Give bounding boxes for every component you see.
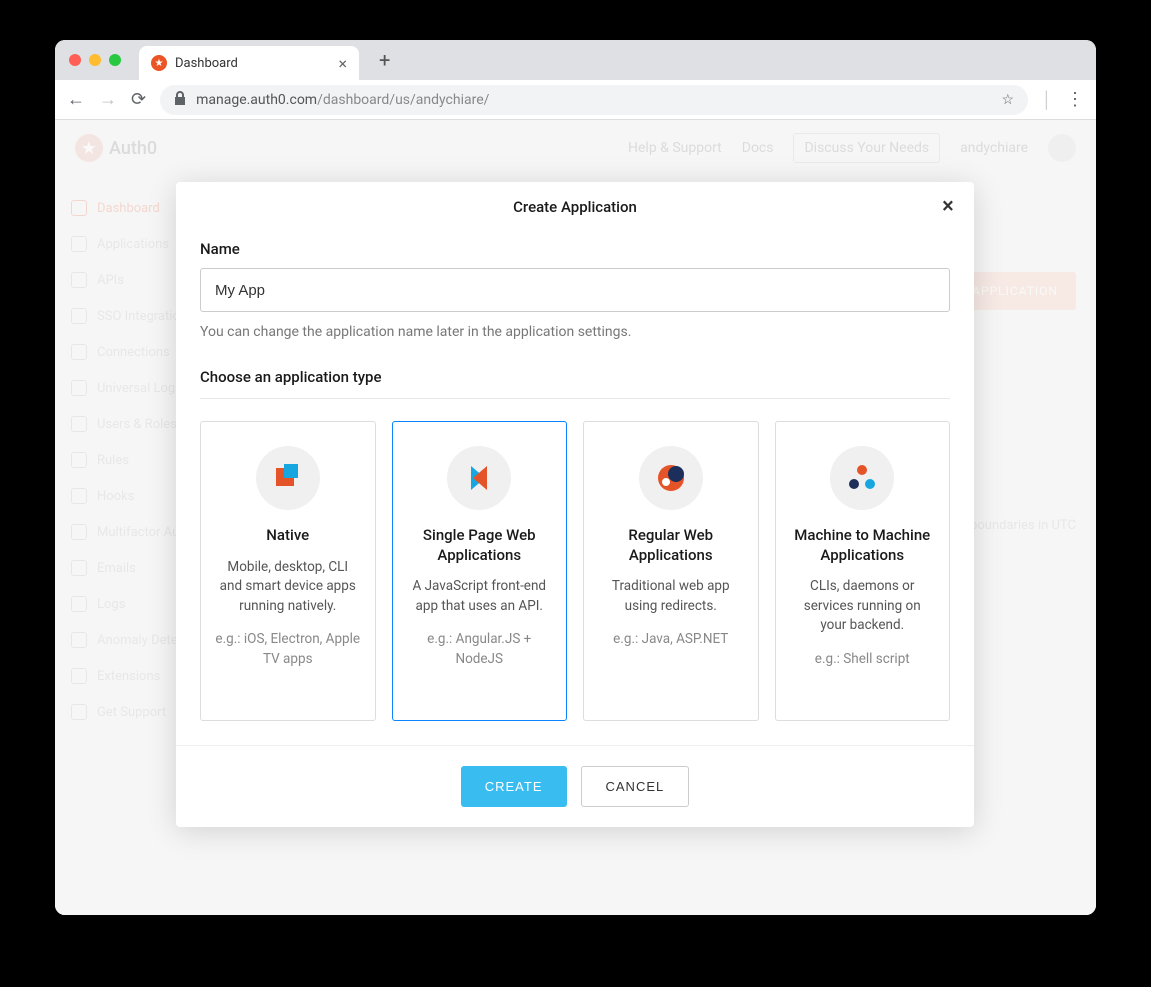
reload-icon[interactable]: ⟳ xyxy=(131,89,146,110)
lock-icon xyxy=(174,91,186,109)
browser-window: ★ Dashboard × + ← → ⟳ manage.auth0.com/d… xyxy=(55,40,1096,915)
close-icon[interactable]: × xyxy=(936,194,960,218)
card-example: e.g.: iOS, Electron, Apple TV apps xyxy=(215,630,361,669)
name-input[interactable] xyxy=(200,268,950,312)
card-title: Regular Web Applications xyxy=(598,526,744,565)
forward-icon[interactable]: → xyxy=(99,89,117,110)
create-application-modal: Create Application × Name You can change… xyxy=(176,182,974,827)
card-desc: Traditional web app using redirects. xyxy=(598,577,744,616)
new-tab-button[interactable]: + xyxy=(379,48,390,72)
menu-icon[interactable]: ⋮ xyxy=(1066,89,1084,110)
card-desc: A JavaScript front-end app that uses an … xyxy=(407,577,553,616)
app-type-icon xyxy=(830,446,894,510)
address-bar: ← → ⟳ manage.auth0.com/dashboard/us/andy… xyxy=(55,80,1096,120)
title-bar: ★ Dashboard × + xyxy=(55,40,1096,80)
card-title: Native xyxy=(215,526,361,546)
url-field[interactable]: manage.auth0.com/dashboard/us/andychiare… xyxy=(160,85,1028,115)
minimize-window-icon[interactable] xyxy=(89,54,101,66)
window-controls xyxy=(69,54,121,66)
close-window-icon[interactable] xyxy=(69,54,81,66)
page: ★ Auth0 Help & Support Docs Discuss Your… xyxy=(55,120,1096,915)
app-type-card-native[interactable]: Native Mobile, desktop, CLI and smart dev… xyxy=(200,421,376,721)
card-desc: CLIs, daemons or services running on you… xyxy=(790,577,936,636)
name-label: Name xyxy=(200,240,950,258)
app-type-icon xyxy=(447,446,511,510)
url-text: manage.auth0.com/dashboard/us/andychiare… xyxy=(196,92,489,108)
close-tab-icon[interactable]: × xyxy=(338,54,347,73)
app-type-icon xyxy=(639,446,703,510)
card-title: Single Page Web Applications xyxy=(407,526,553,565)
card-example: e.g.: Shell script xyxy=(790,650,936,670)
bookmark-icon[interactable]: ☆ xyxy=(1001,92,1014,108)
card-title: Machine to Machine Applications xyxy=(790,526,936,565)
cancel-button[interactable]: CANCEL xyxy=(581,766,690,807)
app-type-card-machine[interactable]: Machine to Machine Applications CLIs, dae… xyxy=(775,421,951,721)
create-button[interactable]: CREATE xyxy=(461,766,567,807)
card-example: e.g.: Java, ASP.NET xyxy=(598,630,744,650)
browser-tab[interactable]: ★ Dashboard × xyxy=(139,46,359,80)
card-example: e.g.: Angular.JS + NodeJS xyxy=(407,630,553,669)
back-icon[interactable]: ← xyxy=(67,89,85,110)
app-type-card-single[interactable]: Single Page Web Applications A JavaScript… xyxy=(392,421,568,721)
name-hint: You can change the application name late… xyxy=(200,324,950,340)
tab-title: Dashboard xyxy=(175,56,238,71)
type-label: Choose an application type xyxy=(200,368,950,399)
modal-title: Create Application × xyxy=(176,182,974,232)
app-type-cards: Native Mobile, desktop, CLI and smart dev… xyxy=(200,421,950,721)
modal-footer: CREATE CANCEL xyxy=(176,745,974,827)
app-type-card-regular[interactable]: Regular Web Applications Traditional web … xyxy=(583,421,759,721)
card-desc: Mobile, desktop, CLI and smart device ap… xyxy=(215,558,361,617)
app-type-icon xyxy=(256,446,320,510)
fullscreen-window-icon[interactable] xyxy=(109,54,121,66)
auth0-favicon-icon: ★ xyxy=(151,55,167,71)
